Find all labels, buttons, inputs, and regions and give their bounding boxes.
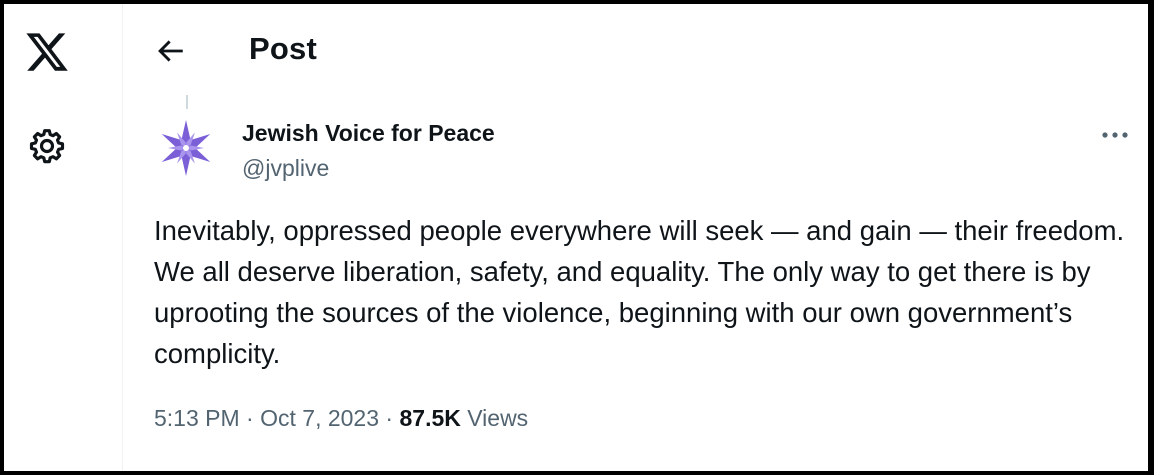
more-options-button[interactable] [1097,120,1133,150]
views-count: 87.5K [399,405,461,431]
thread-connector-line [186,95,188,109]
post-text: Inevitably, oppressed people everywhere … [154,215,1132,369]
author-handle[interactable]: @jvplive [242,152,329,184]
gear-icon[interactable] [27,126,67,166]
arrow-left-icon [158,40,183,62]
meta-separator: · [246,405,254,431]
more-horizontal-icon [1102,132,1128,138]
left-sidebar [4,4,123,471]
views-label: Views [467,405,529,431]
post-metadata: 5:13 PM · Oct 7, 2023 · 87.5K Views [154,402,528,434]
post-date[interactable]: Oct 7, 2023 [260,405,379,431]
meta-separator: · [385,405,394,431]
avatar[interactable] [154,116,218,180]
app-window: Post Jewish Voice for Peace @jvplive Ine… [4,4,1148,471]
author-display-name[interactable]: Jewish Voice for Peace [242,117,495,149]
x-logo-icon[interactable] [24,29,70,75]
post-detail-panel: Post Jewish Voice for Peace @jvplive Ine… [124,4,1148,471]
back-button[interactable] [153,34,187,68]
page-title: Post [249,31,317,66]
post-time[interactable]: 5:13 PM [154,405,240,431]
star-of-david-logo [161,120,211,176]
